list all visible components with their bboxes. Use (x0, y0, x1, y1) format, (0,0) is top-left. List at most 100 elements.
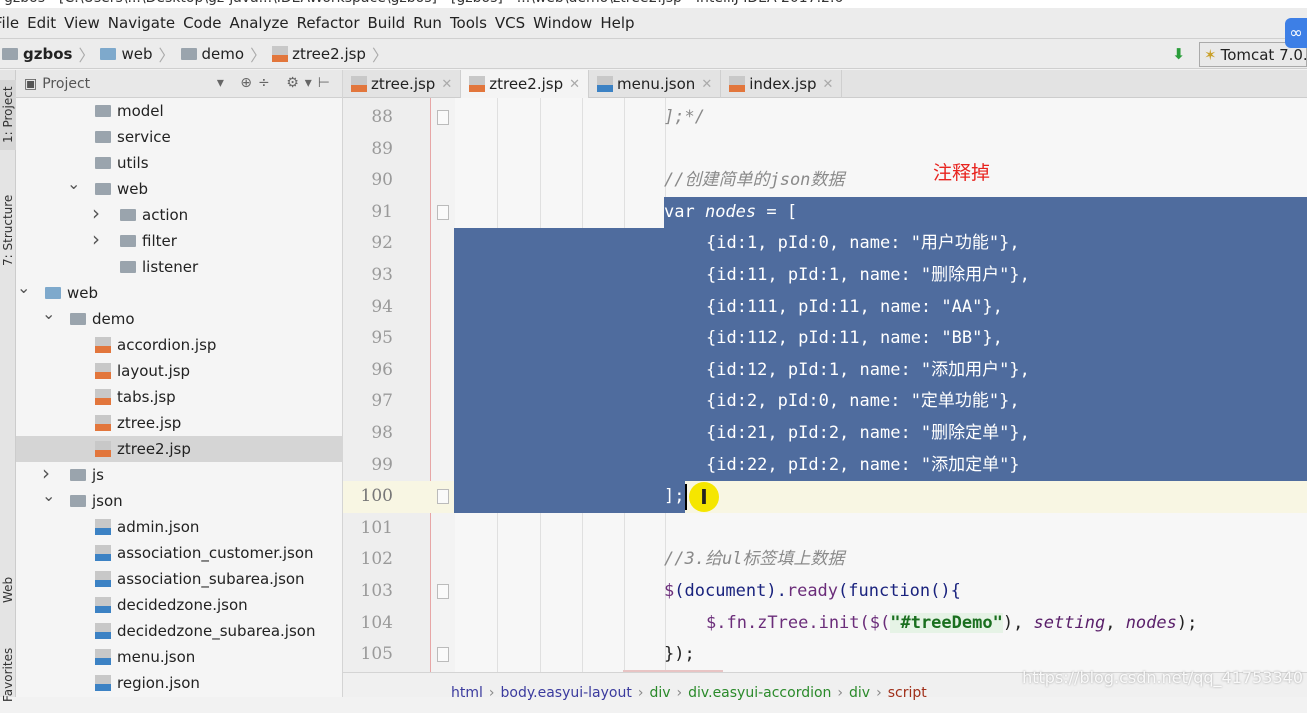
menu-view[interactable]: View (64, 14, 100, 32)
menu-build[interactable]: Build (368, 14, 406, 32)
code-editor[interactable]: 注释掉 88];*/ 89 90 //创建简单的json数据 91 var nodes =… (343, 98, 1307, 672)
jsp-file-icon (95, 363, 111, 379)
collapse-all-icon[interactable]: ÷ (258, 75, 276, 91)
tree-item[interactable]: accordion.jsp (16, 332, 343, 358)
code-line[interactable]: var nodes = [ (664, 197, 797, 229)
status-path-item[interactable]: body.easyui-layout (501, 685, 632, 701)
tree-item[interactable]: ⌄ demo (16, 304, 343, 332)
chevron-right-icon: › (637, 685, 644, 701)
tree-item[interactable]: decidedzone.json (16, 592, 343, 618)
hide-icon[interactable]: ⊢ (318, 75, 336, 91)
code-line[interactable]: {id:1, pId:0, name: "用户功能"}, (706, 228, 1020, 260)
chevron-right-icon[interactable]: › (92, 227, 100, 251)
breadcrumb-item[interactable]: demo 〉 (180, 42, 266, 66)
chevron-right-icon: 〉 (158, 45, 175, 65)
tab-index-jsp[interactable]: index.jsp ✕ (721, 70, 843, 98)
code-line[interactable]: //3.给ul标签填上数据 (664, 544, 844, 576)
close-icon[interactable]: ✕ (569, 77, 580, 92)
tree-item[interactable]: decidedzone_subarea.json (16, 618, 343, 644)
tree-item[interactable]: ⌄ web (16, 278, 343, 306)
close-icon[interactable]: ✕ (823, 77, 834, 92)
chevron-down-icon[interactable]: ▾ (217, 75, 230, 91)
chevron-right-icon[interactable]: › (92, 201, 100, 225)
tree-item[interactable]: ⌄ web (16, 174, 343, 202)
tab-ztree2-jsp[interactable]: ztree2.jsp ✕ (461, 70, 590, 98)
code-line[interactable]: {id:2, pId:0, name: "定单功能"}, (706, 386, 1020, 418)
tab-structure[interactable]: 7: Structure (0, 185, 16, 275)
close-icon[interactable]: ✕ (441, 77, 452, 92)
build-download-icon[interactable]: ⬇ (1172, 45, 1185, 63)
tree-item[interactable]: utils (16, 150, 343, 176)
fold-marker-icon[interactable] (437, 204, 449, 220)
tree-item[interactable]: ⌄ json (16, 486, 343, 514)
menu-help[interactable]: Help (600, 14, 634, 32)
code-line[interactable]: {id:21, pId:2, name: "删除定单"}, (706, 418, 1030, 450)
status-path-item[interactable]: html (451, 685, 483, 701)
code-line[interactable]: ]; (664, 481, 684, 513)
fold-marker-icon[interactable] (437, 647, 449, 663)
menu-code[interactable]: Code (183, 14, 221, 32)
fold-marker-icon[interactable] (437, 110, 449, 125)
breadcrumb-item[interactable]: ztree2.jsp 〉 (272, 42, 388, 66)
tree-item[interactable]: tabs.jsp (16, 384, 343, 410)
chevron-down-icon[interactable]: ⌄ (17, 278, 30, 297)
menu-navigate[interactable]: Navigate (108, 14, 175, 32)
menu-tools[interactable]: Tools (450, 14, 487, 32)
code-token: "#treeDemo" (890, 612, 1003, 633)
project-panel-title[interactable]: Project (42, 76, 90, 92)
tree-item[interactable]: model (16, 98, 343, 124)
tree-item[interactable]: ztree.jsp (16, 410, 343, 436)
menu-window[interactable]: Window (533, 14, 592, 32)
menu-refactor[interactable]: Refactor (297, 14, 360, 32)
fold-marker-icon[interactable] (437, 584, 449, 599)
code-line[interactable]: {id:22, pId:2, name: "添加定单"} (706, 450, 1020, 482)
locate-icon[interactable]: ⊕ (240, 75, 258, 91)
code-line[interactable]: ];*/ (664, 102, 705, 134)
tab-menu-json[interactable]: menu.json ✕ (589, 70, 722, 98)
code-line[interactable]: {id:111, pId:11, name: "AA"}, (706, 292, 1003, 324)
chevron-down-icon[interactable]: ⌄ (42, 486, 55, 505)
close-icon[interactable]: ✕ (701, 77, 712, 92)
breadcrumb-item[interactable]: web 〉 (100, 42, 175, 66)
menu-run[interactable]: Run (413, 14, 442, 32)
tree-item[interactable]: ztree2.jsp (16, 436, 343, 462)
menu-edit[interactable]: Edit (27, 14, 56, 32)
code-line[interactable]: }); (664, 639, 695, 671)
tree-item[interactable]: layout.jsp (16, 358, 343, 384)
tree-item[interactable]: region.json (16, 670, 343, 696)
tree-item[interactable]: › filter (16, 227, 343, 254)
tab-web[interactable]: Web (0, 565, 16, 615)
status-path-item[interactable]: script (888, 685, 927, 701)
menu-analyze[interactable]: Analyze (229, 14, 288, 32)
tab-ztree-jsp[interactable]: ztree.jsp ✕ (343, 70, 462, 98)
tree-item[interactable]: › action (16, 201, 343, 228)
code-line[interactable]: $.fn.zTree.init($("#treeDemo"), setting,… (706, 608, 1197, 640)
fold-marker-icon[interactable] (437, 489, 449, 505)
menu-vcs[interactable]: VCS (495, 14, 525, 32)
breadcrumb-item[interactable]: gzbos 〉 (2, 42, 94, 66)
code-token: var (664, 201, 705, 222)
tree-item[interactable]: menu.json (16, 644, 343, 670)
menu-file[interactable]: File (0, 14, 19, 32)
chevron-down-icon[interactable]: ⌄ (67, 174, 80, 193)
tree-item[interactable]: service (16, 124, 343, 150)
tab-favorites[interactable]: Favorites (0, 645, 16, 705)
tab-project[interactable]: 1: Project (0, 80, 16, 150)
status-path-item[interactable]: div (849, 685, 870, 701)
gear-icon[interactable]: ⚙▾ (286, 75, 318, 91)
tree-item[interactable]: association_customer.json (16, 540, 343, 566)
tree-item[interactable]: › js (16, 461, 343, 488)
chevron-down-icon[interactable]: ⌄ (42, 304, 55, 323)
code-line[interactable]: //创建简单的json数据 (664, 165, 844, 197)
code-line[interactable]: $(document).ready(function(){ (664, 576, 961, 608)
code-line[interactable]: {id:12, pId:1, name: "添加用户"}, (706, 355, 1030, 387)
status-path-item[interactable]: div (649, 685, 670, 701)
chevron-right-icon[interactable]: › (42, 461, 50, 485)
code-line[interactable]: {id:11, pId:1, name: "删除用户"}, (706, 260, 1030, 292)
code-line[interactable]: {id:112, pId:11, name: "BB"}, (706, 323, 1003, 355)
tree-item[interactable]: listener (16, 254, 343, 280)
link-icon[interactable]: ∞ (1285, 18, 1307, 48)
status-path-item[interactable]: div.easyui-accordion (688, 685, 831, 701)
tree-item[interactable]: admin.json (16, 514, 343, 540)
tree-item[interactable]: association_subarea.json (16, 566, 343, 592)
